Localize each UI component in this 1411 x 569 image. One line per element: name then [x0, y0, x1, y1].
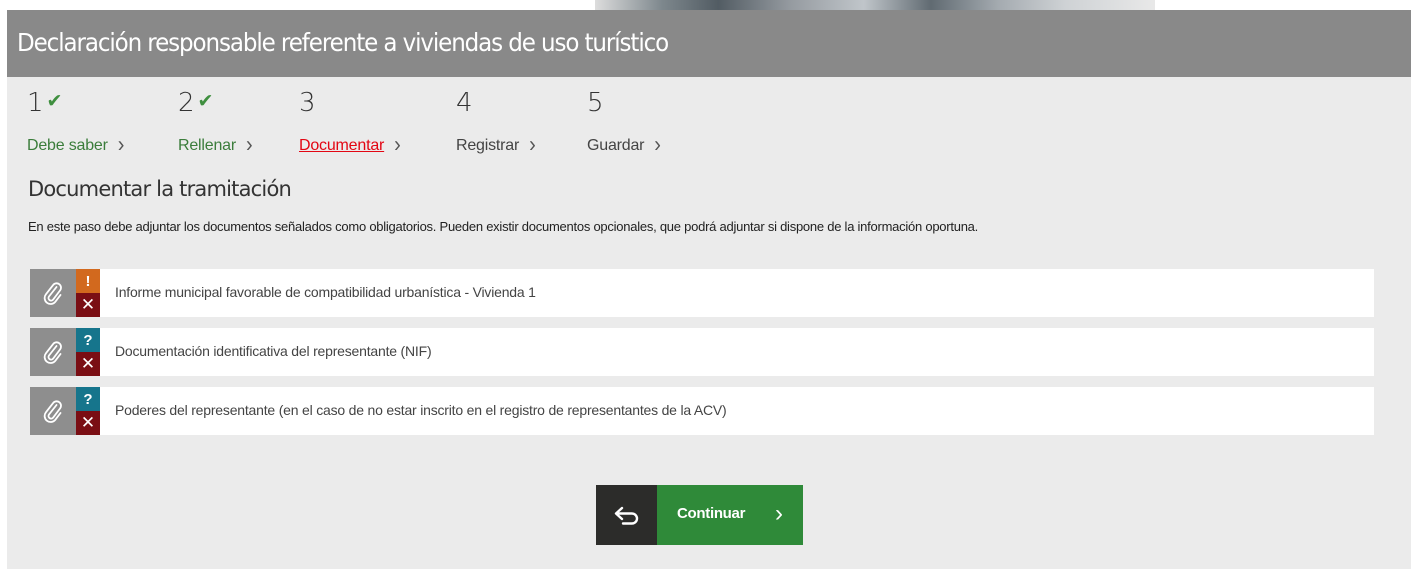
- document-row: ? ✕ Documentación identificativa del rep…: [30, 328, 1374, 376]
- attach-button[interactable]: [30, 269, 76, 317]
- document-row: ! ✕ Informe municipal favorable de compa…: [30, 269, 1374, 317]
- section-title: Documentar la tramitación: [28, 177, 292, 201]
- help-icon[interactable]: ?: [76, 328, 100, 352]
- step-number: 5: [587, 88, 604, 118]
- check-icon: ✔: [46, 91, 63, 112]
- remove-button[interactable]: ✕: [76, 293, 100, 317]
- section-description: En este paso debe adjuntar los documento…: [28, 219, 979, 234]
- step-label[interactable]: Debe saber: [27, 137, 108, 154]
- chevron-right-icon: ›: [117, 132, 125, 158]
- step-4[interactable]: 4 Registrar ›: [456, 88, 536, 157]
- page-title: Declaración responsable referente a vivi…: [17, 28, 669, 57]
- title-bar: Declaración responsable referente a vivi…: [7, 10, 1411, 77]
- document-row: ? ✕ Poderes del representante (en el cas…: [30, 387, 1374, 435]
- document-label: Documentación identificativa del represe…: [115, 343, 432, 359]
- continue-label: Continuar: [677, 505, 746, 522]
- step-2[interactable]: 2 ✔ Rellenar ›: [178, 88, 253, 157]
- header-photo: [595, 0, 1155, 10]
- paperclip-icon: [43, 341, 62, 364]
- step-number: 4: [456, 88, 473, 118]
- step-label[interactable]: Registrar: [456, 137, 519, 154]
- document-label: Informe municipal favorable de compatibi…: [115, 284, 536, 300]
- attach-button[interactable]: [30, 328, 76, 376]
- step-3[interactable]: 3 Documentar ›: [299, 88, 401, 157]
- back-button[interactable]: [596, 485, 657, 545]
- chevron-right-icon: ›: [394, 132, 401, 158]
- step-number: 2: [178, 88, 195, 118]
- attach-button[interactable]: [30, 387, 76, 435]
- step-1[interactable]: 1 ✔ Debe saber ›: [27, 88, 124, 157]
- step-label[interactable]: Guardar: [587, 137, 644, 154]
- step-label[interactable]: Rellenar: [178, 137, 236, 154]
- back-arrow-icon: [614, 506, 638, 525]
- paperclip-icon: [43, 282, 62, 305]
- chevron-right-icon: ›: [775, 500, 783, 527]
- remove-button[interactable]: ✕: [76, 352, 100, 376]
- required-icon: !: [76, 269, 100, 293]
- step-5[interactable]: 5 Guardar ›: [587, 88, 661, 157]
- step-label[interactable]: Documentar: [299, 137, 384, 154]
- step-number: 1: [27, 88, 44, 118]
- continue-button[interactable]: Continuar ›: [657, 485, 803, 545]
- remove-button[interactable]: ✕: [76, 411, 100, 435]
- main-panel: Declaración responsable referente a vivi…: [7, 10, 1411, 569]
- chevron-right-icon: ›: [529, 132, 536, 158]
- paperclip-icon: [43, 400, 62, 423]
- chevron-right-icon: ›: [654, 132, 661, 158]
- help-icon[interactable]: ?: [76, 387, 100, 411]
- chevron-right-icon: ›: [246, 132, 253, 158]
- document-label: Poderes del representante (en el caso de…: [115, 402, 727, 418]
- step-number: 3: [299, 88, 316, 118]
- check-icon: ✔: [197, 91, 214, 112]
